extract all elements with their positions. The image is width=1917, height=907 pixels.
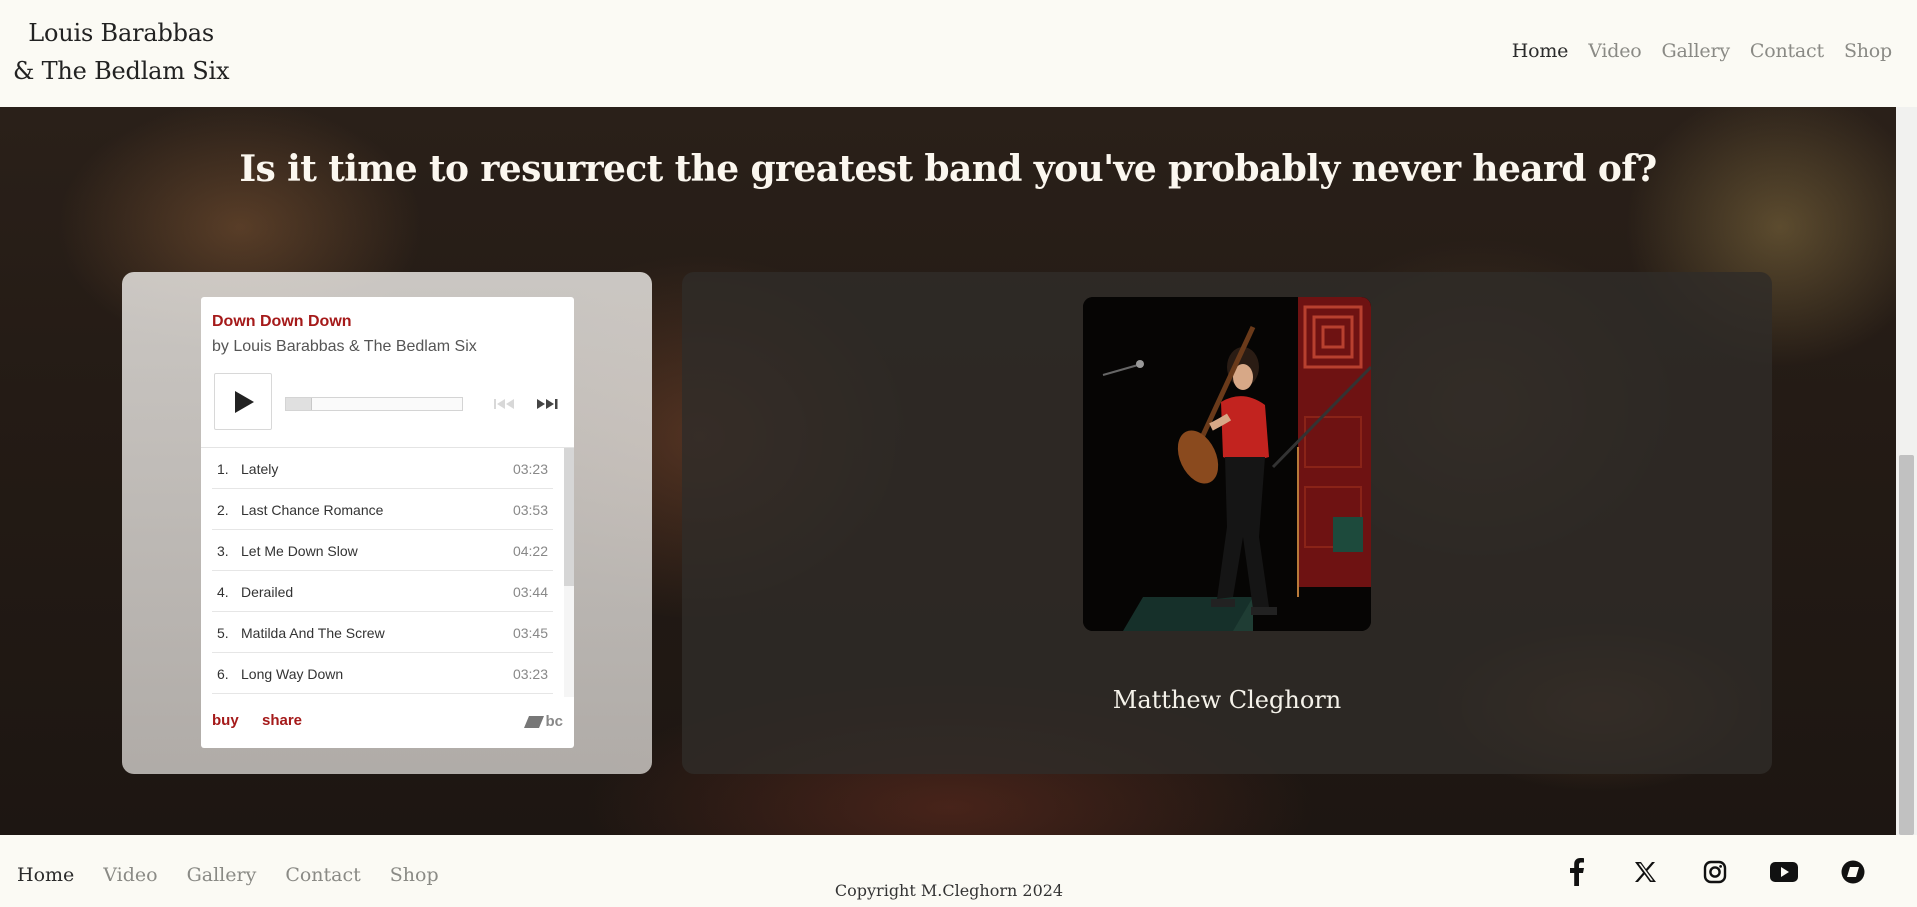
track-duration: 03:23 bbox=[512, 461, 548, 477]
social-links bbox=[1542, 857, 1887, 887]
track-row[interactable]: 5. Matilda And The Screw 03:45 bbox=[212, 612, 553, 653]
nav-shop[interactable]: Shop bbox=[1844, 40, 1892, 62]
track-duration: 03:44 bbox=[512, 584, 548, 600]
page-scrollbar[interactable] bbox=[1896, 107, 1917, 835]
track-name: Long Way Down bbox=[241, 666, 344, 682]
site-footer: Home Video Gallery Contact Shop Copyrigh… bbox=[0, 835, 1917, 907]
bandcamp-logo-icon bbox=[524, 715, 545, 728]
logo-line-2: & The Bedlam Six bbox=[13, 57, 230, 85]
album-title[interactable]: Down Down Down bbox=[212, 313, 352, 331]
track-list-scroll-thumb[interactable] bbox=[564, 448, 574, 586]
nav-home[interactable]: Home bbox=[1512, 40, 1569, 62]
track-row[interactable]: 2. Last Chance Romance 03:53 bbox=[212, 489, 553, 530]
hero-section: Is it time to resurrect the greatest ban… bbox=[0, 107, 1896, 835]
bandcamp-logo-text: bc bbox=[545, 713, 563, 730]
hero-title: Is it time to resurrect the greatest ban… bbox=[239, 148, 1657, 190]
track-row[interactable]: 1. Lately 03:23 bbox=[212, 448, 553, 489]
bandcamp-link[interactable] bbox=[1818, 857, 1887, 887]
x-icon bbox=[1634, 862, 1656, 882]
bandcamp-icon bbox=[1841, 860, 1864, 884]
track-number: 1. bbox=[217, 461, 229, 477]
header-nav: Home Video Gallery Contact Shop bbox=[1512, 40, 1892, 62]
track-number: 6. bbox=[217, 666, 229, 682]
facebook-link[interactable] bbox=[1542, 857, 1611, 887]
track-name: Lately bbox=[241, 461, 279, 477]
photo-card: Matthew Cleghorn bbox=[682, 272, 1772, 774]
nav-video[interactable]: Video bbox=[1588, 40, 1642, 62]
photo-caption: Matthew Cleghorn bbox=[1112, 686, 1342, 714]
album-artist[interactable]: by Louis Barabbas & The Bedlam Six bbox=[212, 338, 477, 356]
youtube-icon bbox=[1769, 862, 1798, 882]
progress-bar[interactable] bbox=[285, 397, 463, 411]
site-header: Louis Barabbas & The Bedlam Six Home Vid… bbox=[0, 0, 1917, 107]
nav-contact[interactable]: Contact bbox=[1750, 40, 1824, 62]
bandcamp-logo[interactable]: bc bbox=[524, 713, 563, 730]
site-logo[interactable]: Louis Barabbas & The Bedlam Six bbox=[13, 14, 230, 90]
band-member-photo[interactable] bbox=[1083, 297, 1371, 631]
track-name: Last Chance Romance bbox=[241, 502, 384, 518]
buy-link[interactable]: buy bbox=[212, 712, 239, 729]
page-scrollbar-thumb[interactable] bbox=[1899, 455, 1914, 835]
track-name: Matilda And The Screw bbox=[241, 625, 385, 641]
track-number: 5. bbox=[217, 625, 229, 641]
guitarist-image bbox=[1083, 297, 1371, 631]
instagram-icon bbox=[1703, 860, 1726, 884]
next-track-icon[interactable] bbox=[535, 396, 561, 412]
bandcamp-player: Down Down Down by Louis Barabbas & The B… bbox=[201, 297, 574, 748]
facebook-icon bbox=[1569, 858, 1584, 886]
player-card: Down Down Down by Louis Barabbas & The B… bbox=[122, 272, 652, 774]
track-row[interactable]: 6. Long Way Down 03:23 bbox=[212, 653, 553, 694]
track-number: 3. bbox=[217, 543, 229, 559]
track-number: 2. bbox=[217, 502, 229, 518]
share-link[interactable]: share bbox=[262, 712, 302, 729]
track-row[interactable]: 4. Derailed 03:44 bbox=[212, 571, 553, 612]
x-link[interactable] bbox=[1611, 857, 1680, 887]
track-row[interactable]: 3. Let Me Down Slow 04:22 bbox=[212, 530, 553, 571]
track-name: Let Me Down Slow bbox=[241, 543, 358, 559]
nav-gallery[interactable]: Gallery bbox=[1662, 40, 1731, 62]
youtube-link[interactable] bbox=[1749, 857, 1818, 887]
track-duration: 03:45 bbox=[512, 625, 548, 641]
instagram-link[interactable] bbox=[1680, 857, 1749, 887]
previous-track-icon[interactable] bbox=[493, 396, 519, 412]
track-list: 1. Lately 03:23 2. Last Chance Romance 0… bbox=[201, 447, 574, 697]
track-number: 4. bbox=[217, 584, 229, 600]
track-list-scrollbar[interactable] bbox=[564, 448, 574, 697]
track-name: Derailed bbox=[241, 584, 294, 600]
play-icon bbox=[235, 391, 254, 413]
track-duration: 03:23 bbox=[512, 666, 548, 682]
track-duration: 03:53 bbox=[512, 502, 548, 518]
play-button[interactable] bbox=[214, 373, 272, 430]
progress-thumb[interactable] bbox=[286, 398, 313, 410]
track-duration: 04:22 bbox=[512, 543, 548, 559]
logo-line-1: Louis Barabbas bbox=[28, 19, 215, 47]
player-footer: buy share bc bbox=[201, 712, 574, 736]
